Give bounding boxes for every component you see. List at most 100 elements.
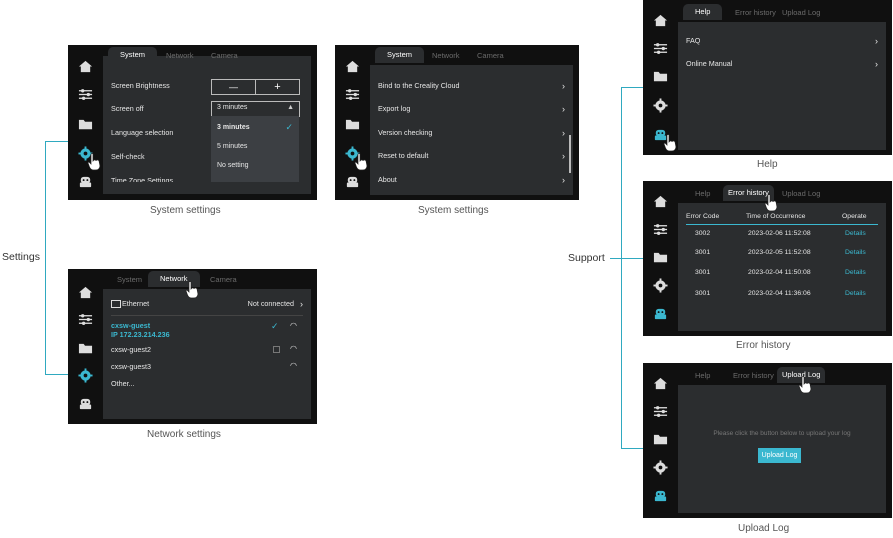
folder-icon[interactable] bbox=[345, 117, 360, 132]
chevron-right-icon: › bbox=[875, 59, 878, 69]
content-panel: System Network Camera Ethernet Not conne… bbox=[103, 271, 311, 419]
home-icon[interactable] bbox=[78, 59, 93, 74]
tab-camera[interactable]: Camera bbox=[210, 274, 237, 286]
caption-upload-log: Upload Log bbox=[738, 523, 790, 534]
screen-off-value: 3 minutes bbox=[217, 104, 248, 111]
tab-error-history[interactable]: Error history bbox=[735, 7, 776, 19]
details-link[interactable]: Details bbox=[845, 290, 866, 297]
sidebar bbox=[643, 363, 678, 518]
tab-upload-log[interactable]: Upload Log bbox=[782, 188, 820, 200]
row-online-manual[interactable]: Online Manual › bbox=[686, 59, 878, 69]
sliders-icon[interactable] bbox=[78, 87, 93, 102]
details-link[interactable]: Details bbox=[845, 249, 866, 256]
robot-icon[interactable] bbox=[345, 174, 360, 189]
row-label: Export log bbox=[378, 104, 411, 113]
tab-help[interactable]: Help bbox=[695, 370, 710, 382]
details-link[interactable]: Details bbox=[845, 230, 866, 237]
table-row: 3002 2023-02-06 11:52:08 Details bbox=[678, 230, 886, 242]
folder-icon[interactable] bbox=[653, 250, 668, 265]
hand-pointer-icon bbox=[354, 153, 368, 171]
scrollbar[interactable] bbox=[569, 135, 571, 173]
header-divider bbox=[686, 224, 878, 225]
home-icon[interactable] bbox=[653, 376, 668, 391]
tab-upload-log[interactable]: Upload Log bbox=[782, 7, 820, 19]
header-operate: Operate bbox=[842, 213, 867, 220]
robot-icon[interactable] bbox=[653, 306, 668, 321]
robot-icon[interactable] bbox=[653, 488, 668, 503]
upload-log-button[interactable]: Upload Log bbox=[758, 448, 801, 463]
chevron-right-icon: › bbox=[562, 128, 565, 138]
row-label: About bbox=[378, 175, 397, 184]
wifi-network-3[interactable]: cxsw-guest3 bbox=[111, 362, 303, 372]
screen-off-select[interactable]: 3 minutes ▲ bbox=[211, 101, 300, 117]
home-icon[interactable] bbox=[78, 285, 93, 300]
row-ethernet-status[interactable]: Not connected › bbox=[248, 299, 303, 309]
home-icon[interactable] bbox=[653, 194, 668, 209]
tab-camera[interactable]: Camera bbox=[211, 50, 238, 62]
header-time: Time of Occurrence bbox=[746, 213, 806, 220]
chevron-right-icon: › bbox=[300, 299, 303, 309]
tab-system[interactable]: System bbox=[117, 274, 142, 286]
option-5-minutes[interactable]: 5 minutes bbox=[217, 143, 247, 150]
folder-icon[interactable] bbox=[653, 69, 668, 84]
details-link[interactable]: Details bbox=[845, 269, 866, 276]
error-history-screen: Help Error history Upload Log Error Code… bbox=[643, 181, 892, 336]
row-faq[interactable]: FAQ › bbox=[686, 36, 878, 46]
gear-icon[interactable] bbox=[653, 460, 668, 475]
tab-network[interactable]: Network bbox=[166, 50, 194, 62]
tab-help[interactable]: Help bbox=[695, 188, 710, 200]
gear-icon[interactable] bbox=[78, 368, 93, 383]
tab-error-history[interactable]: Error history bbox=[733, 370, 774, 382]
row-reset-default[interactable]: Reset to default › bbox=[378, 151, 565, 161]
tab-camera[interactable]: Camera bbox=[477, 50, 504, 62]
chevron-right-icon: › bbox=[562, 104, 565, 114]
option-3-minutes[interactable]: 3 minutes bbox=[217, 124, 250, 131]
chevron-right-icon: › bbox=[875, 36, 878, 46]
sidebar bbox=[643, 0, 678, 155]
folder-icon[interactable] bbox=[653, 432, 668, 447]
tab-system[interactable]: System bbox=[108, 47, 158, 63]
content-panel: Help Error history Upload Log Please cli… bbox=[678, 367, 886, 513]
home-icon[interactable] bbox=[345, 59, 360, 74]
chevron-right-icon: › bbox=[562, 175, 565, 185]
system-settings-screen-2: System Network Camera Bind to the Creali… bbox=[335, 45, 579, 200]
folder-icon[interactable] bbox=[78, 117, 93, 132]
sliders-icon[interactable] bbox=[345, 87, 360, 102]
hand-pointer-icon bbox=[87, 153, 101, 171]
brightness-plus-button[interactable]: + bbox=[255, 79, 300, 95]
support-branch-error bbox=[621, 258, 643, 259]
row-label: Version checking bbox=[378, 128, 433, 137]
tab-system[interactable]: System bbox=[375, 47, 425, 63]
divider bbox=[111, 315, 303, 316]
table-row: 3001 2023-02-04 11:50:08 Details bbox=[678, 269, 886, 281]
row-export-log[interactable]: Export log › bbox=[378, 104, 565, 114]
brightness-minus-button[interactable]: — bbox=[211, 79, 256, 95]
monitor-icon bbox=[111, 300, 121, 308]
sliders-icon[interactable] bbox=[653, 404, 668, 419]
help-screen: Help Error history Upload Log FAQ › Onlin… bbox=[643, 0, 892, 155]
row-about[interactable]: About › bbox=[378, 175, 565, 185]
caption-system-settings-1: System settings bbox=[150, 205, 221, 216]
tab-network[interactable]: Network bbox=[432, 50, 460, 62]
row-version-checking[interactable]: Version checking › bbox=[378, 128, 565, 138]
screen-off-dropdown: 3 minutes ✓ 5 minutes No setting bbox=[211, 116, 299, 182]
home-icon[interactable] bbox=[653, 13, 668, 28]
gear-icon[interactable] bbox=[653, 98, 668, 113]
option-no-setting[interactable]: No setting bbox=[217, 162, 249, 169]
robot-icon[interactable] bbox=[78, 174, 93, 189]
sliders-icon[interactable] bbox=[653, 41, 668, 56]
row-bind-cloud[interactable]: Bind to the Creality Cloud › bbox=[378, 81, 565, 91]
row-label: FAQ bbox=[686, 36, 701, 45]
sliders-icon[interactable] bbox=[78, 312, 93, 327]
sliders-icon[interactable] bbox=[653, 222, 668, 237]
wifi-icon: ◠ bbox=[290, 344, 297, 353]
tab-help[interactable]: Help bbox=[683, 4, 723, 20]
folder-icon[interactable] bbox=[78, 341, 93, 356]
robot-icon[interactable] bbox=[78, 396, 93, 411]
hand-pointer-icon bbox=[185, 281, 199, 299]
gear-icon[interactable] bbox=[653, 278, 668, 293]
upload-message: Please click the button below to upload … bbox=[713, 430, 851, 437]
wifi-other[interactable]: Other... bbox=[111, 379, 303, 389]
caption-system-settings-2: System settings bbox=[418, 205, 489, 216]
error-code: 3002 bbox=[695, 230, 711, 237]
